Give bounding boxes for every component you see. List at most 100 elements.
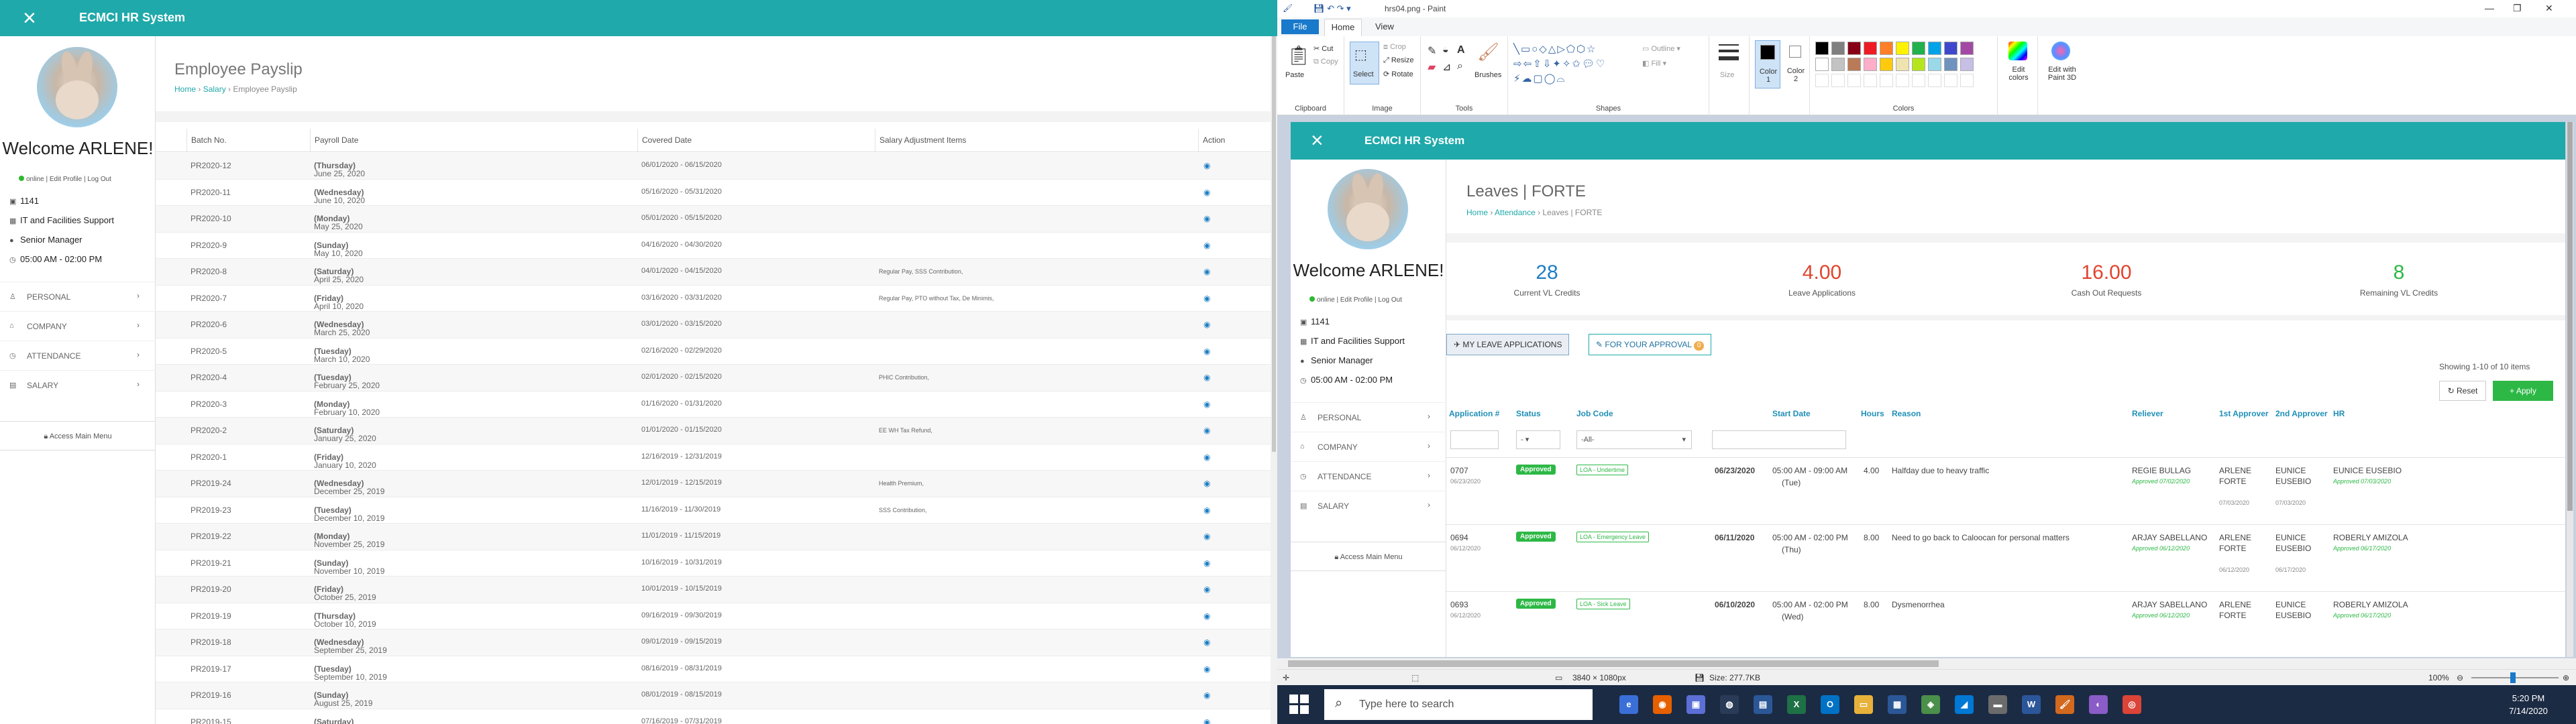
color-picker-icon[interactable]: ⊿: [1442, 60, 1451, 74]
app-icon[interactable]: ◐: [2089, 695, 2108, 714]
palette-empty-swatch[interactable]: [1864, 74, 1877, 87]
menu-company[interactable]: ⌂ COMPANY ›: [0, 311, 156, 341]
view-eye-icon[interactable]: ◉: [1203, 426, 1210, 435]
outlook-app-icon[interactable]: O: [1821, 695, 1839, 714]
view-eye-icon[interactable]: ◉: [1203, 585, 1210, 594]
palette-swatch[interactable]: [1896, 42, 1909, 55]
breadcrumb-home[interactable]: Home: [174, 84, 196, 94]
close-window-icon[interactable]: ✕: [2545, 3, 2553, 14]
maximize-icon[interactable]: ❐: [2513, 3, 2522, 14]
view-eye-icon[interactable]: ◉: [1203, 558, 1210, 568]
color2-button[interactable]: Color 2: [1783, 40, 1809, 88]
view-eye-icon[interactable]: ◉: [1203, 161, 1210, 170]
view-eye-icon[interactable]: ◉: [1203, 664, 1210, 674]
edit-profile-link[interactable]: Edit Profile: [50, 176, 82, 183]
brushes-button[interactable]: Brushes: [1474, 71, 1501, 79]
view-eye-icon[interactable]: ◉: [1203, 214, 1210, 223]
palette-swatch[interactable]: [1912, 42, 1925, 55]
palette-swatch[interactable]: [1847, 42, 1861, 55]
zoom-out-icon[interactable]: ⊖: [2457, 673, 2463, 682]
windows-start-icon[interactable]: [1289, 695, 1309, 715]
word-app-icon[interactable]: W: [2022, 695, 2041, 714]
pencil-icon[interactable]: ✎: [1428, 44, 1436, 58]
tab-home[interactable]: Home: [1324, 19, 1362, 36]
minimize-icon[interactable]: —: [2485, 3, 2494, 13]
view-eye-icon[interactable]: ◉: [1203, 717, 1210, 724]
palette-swatch[interactable]: [1847, 58, 1861, 71]
col-adjustments[interactable]: Salary Adjustment Items: [875, 129, 1198, 152]
paint-app-icon[interactable]: 🖌︎: [2055, 695, 2074, 714]
view-eye-icon[interactable]: ◉: [1203, 267, 1210, 276]
palette-empty-swatch[interactable]: [1831, 74, 1845, 87]
palette-swatch[interactable]: [1960, 42, 1974, 55]
paste-button[interactable]: Paste: [1285, 71, 1304, 79]
app-icon[interactable]: ▦: [1888, 695, 1907, 714]
view-eye-icon[interactable]: ◉: [1203, 611, 1210, 621]
fill-dropdown[interactable]: ◧ Fill ▾: [1642, 59, 1666, 68]
tab-file[interactable]: File: [1281, 19, 1319, 34]
tab-view[interactable]: View: [1375, 21, 1394, 32]
palette-swatch[interactable]: [1815, 42, 1829, 55]
col-batch[interactable]: Batch No.: [186, 129, 310, 152]
shapes-gallery-row2[interactable]: ⇨⇦⇧⇩✦✧✩💬︎♡: [1513, 58, 1606, 70]
copy-button[interactable]: ⧉ Copy: [1313, 58, 1338, 66]
edge-app-icon[interactable]: e: [1619, 695, 1638, 714]
file-explorer-icon[interactable]: ▭: [1854, 695, 1873, 714]
view-eye-icon[interactable]: ◉: [1203, 294, 1210, 303]
eraser-icon[interactable]: ▰: [1428, 60, 1436, 74]
palette-swatch[interactable]: [1815, 58, 1829, 71]
quick-access-icons[interactable]: 💾︎ ↶ ↷ ▾: [1313, 3, 1351, 14]
col-covered-date[interactable]: Covered Date: [637, 129, 875, 152]
fill-bucket-icon[interactable]: ◒: [1442, 44, 1449, 56]
palette-empty-swatch[interactable]: [1847, 74, 1861, 87]
palette-swatch[interactable]: [1896, 58, 1909, 71]
view-eye-icon[interactable]: ◉: [1203, 188, 1210, 197]
taskbar-search[interactable]: ⌕ Type here to search: [1324, 689, 1593, 720]
palette-swatch[interactable]: [1864, 58, 1877, 71]
logout-link[interactable]: Log Out: [87, 176, 111, 183]
zoom-slider-thumb[interactable]: [2510, 672, 2516, 683]
view-eye-icon[interactable]: ◉: [1203, 638, 1210, 647]
view-eye-icon[interactable]: ◉: [1203, 241, 1210, 250]
crop-button[interactable]: ⧈ Crop: [1383, 43, 1406, 52]
view-eye-icon[interactable]: ◉: [1203, 690, 1210, 700]
palette-empty-swatch[interactable]: [1944, 74, 1957, 87]
app-icon[interactable]: ◍: [1720, 695, 1739, 714]
scrollbar[interactable]: [1271, 36, 1277, 724]
app-icon[interactable]: ▬: [1988, 695, 2007, 714]
cut-button[interactable]: ✂ Cut: [1313, 44, 1333, 53]
col-payroll-date[interactable]: Payroll Date: [310, 129, 637, 152]
app-icon[interactable]: ◈: [1921, 695, 1940, 714]
vscode-app-icon[interactable]: ◢: [1955, 695, 1974, 714]
edit-colors-button[interactable]: Edit colors: [1998, 36, 2038, 115]
view-eye-icon[interactable]: ◉: [1203, 320, 1210, 329]
palette-swatch[interactable]: [1880, 58, 1893, 71]
color1-button[interactable]: Color 1: [1755, 40, 1780, 88]
resize-button[interactable]: ⤢ Resize: [1383, 56, 1413, 65]
scrollbar-thumb[interactable]: [1288, 660, 1939, 667]
view-eye-icon[interactable]: ◉: [1203, 505, 1210, 515]
canvas-horizontal-scrollbar[interactable]: [1277, 658, 2576, 669]
breadcrumb-salary[interactable]: Salary: [203, 84, 226, 94]
view-eye-icon[interactable]: ◉: [1203, 452, 1210, 462]
palette-swatch[interactable]: [1928, 42, 1941, 55]
palette-empty-swatch[interactable]: [1960, 74, 1974, 87]
close-icon[interactable]: ×: [23, 7, 36, 29]
view-eye-icon[interactable]: ◉: [1203, 373, 1210, 382]
palette-swatch[interactable]: [1880, 42, 1893, 55]
palette-empty-swatch[interactable]: [1912, 74, 1925, 87]
size-button[interactable]: Size: [1720, 71, 1734, 79]
palette-swatch[interactable]: [1960, 58, 1974, 71]
zoom-in-icon[interactable]: ⊕: [2563, 673, 2569, 682]
chrome-app-icon[interactable]: ◎: [2123, 695, 2141, 714]
palette-swatch[interactable]: [1831, 42, 1845, 55]
shapes-gallery-row3[interactable]: ⚡︎☁︎▢◯⌓: [1513, 72, 1566, 84]
palette-swatch[interactable]: [1944, 58, 1957, 71]
view-eye-icon[interactable]: ◉: [1203, 532, 1210, 541]
shapes-gallery[interactable]: ╲▭○◇△▷⬠⬡☆: [1513, 43, 1597, 55]
app-icon[interactable]: ▣: [1686, 695, 1705, 714]
palette-empty-swatch[interactable]: [1880, 74, 1893, 87]
view-eye-icon[interactable]: ◉: [1203, 479, 1210, 488]
excel-app-icon[interactable]: X: [1787, 695, 1806, 714]
access-main-menu[interactable]: 🔒︎ Access Main Menu: [0, 421, 156, 450]
